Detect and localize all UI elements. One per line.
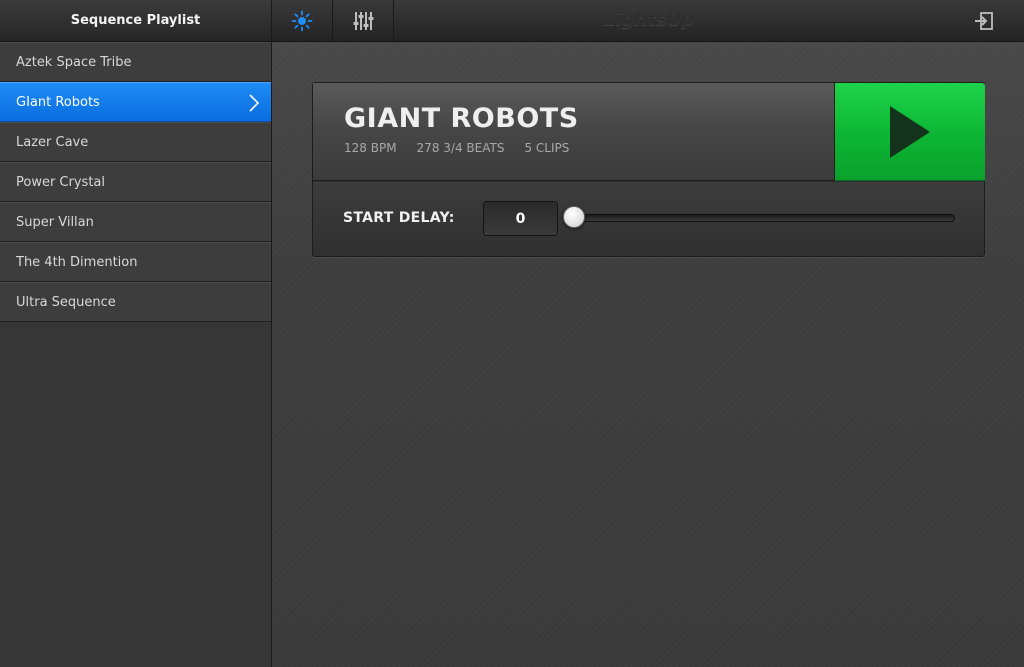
sidebar-title: Sequence Playlist xyxy=(0,0,271,42)
sequence-info: GIANT ROBOTS 128 BPM 278 3/4 BEATS 5 CLI… xyxy=(313,83,835,181)
play-button[interactable] xyxy=(835,83,985,181)
sidebar-item-aztek-space-tribe[interactable]: Aztek Space Tribe xyxy=(0,42,271,82)
sequence-stats: 128 BPM 278 3/4 BEATS 5 CLIPS xyxy=(344,141,569,155)
sequence-list: Aztek Space Tribe GIant Robots Lazer Cav… xyxy=(0,42,271,322)
sequence-panel: GIANT ROBOTS 128 BPM 278 3/4 BEATS 5 CLI… xyxy=(312,82,985,257)
sidebar-item-label: Power Crystal xyxy=(16,174,106,190)
sun-icon xyxy=(291,10,313,31)
sidebar-item-label: Ultra Sequence xyxy=(16,294,116,310)
sidebar-item-super-villan[interactable]: Super Villan xyxy=(0,202,271,242)
sidebar-item-label: GIant Robots xyxy=(16,94,100,110)
sidebar-item-giant-robots[interactable]: GIant Robots xyxy=(0,82,271,122)
sidebar-item-the-4th-dimention[interactable]: The 4th Dimention xyxy=(0,242,271,282)
start-delay-slider-knob[interactable] xyxy=(563,206,585,228)
mixer-sliders-icon xyxy=(353,11,374,30)
top-toolbar: LightsUp xyxy=(272,0,1024,42)
start-delay-slider-track[interactable] xyxy=(565,214,955,222)
sequence-playlist-sidebar: Sequence Playlist Aztek Space Tribe GIan… xyxy=(0,0,272,667)
brand-logo: LightsUp xyxy=(604,9,695,30)
sidebar-item-label: Super Villan xyxy=(16,214,94,230)
sidebar-item-lazer-cave[interactable]: Lazer Cave xyxy=(0,122,271,162)
bpm-label: 128 BPM xyxy=(344,141,397,155)
tab-mixer[interactable] xyxy=(333,0,394,41)
start-delay-label: START DELAY: xyxy=(343,210,455,226)
sidebar-item-label: The 4th Dimention xyxy=(16,254,138,270)
sidebar-item-label: Lazer Cave xyxy=(16,134,89,150)
sidebar-item-ultra-sequence[interactable]: Ultra Sequence xyxy=(0,282,271,322)
sequence-title: GIANT ROBOTS xyxy=(344,103,579,134)
start-delay-row: START DELAY: 0 xyxy=(313,182,984,256)
beats-label: 278 3/4 BEATS xyxy=(416,141,505,155)
start-delay-value[interactable]: 0 xyxy=(483,201,558,236)
app-window: Sequence Playlist Aztek Space Tribe GIan… xyxy=(0,0,1024,667)
tab-lights[interactable] xyxy=(272,0,333,41)
play-icon xyxy=(890,105,930,158)
main-content: LightsUp GIANT ROBOTS 128 BPM 278 3/4 BE… xyxy=(272,0,1024,667)
chevron-right-icon xyxy=(249,94,260,112)
clips-label: 5 CLIPS xyxy=(524,141,570,155)
logout-icon[interactable] xyxy=(974,11,994,31)
sidebar-item-label: Aztek Space Tribe xyxy=(16,54,132,70)
sidebar-item-power-crystal[interactable]: Power Crystal xyxy=(0,162,271,202)
